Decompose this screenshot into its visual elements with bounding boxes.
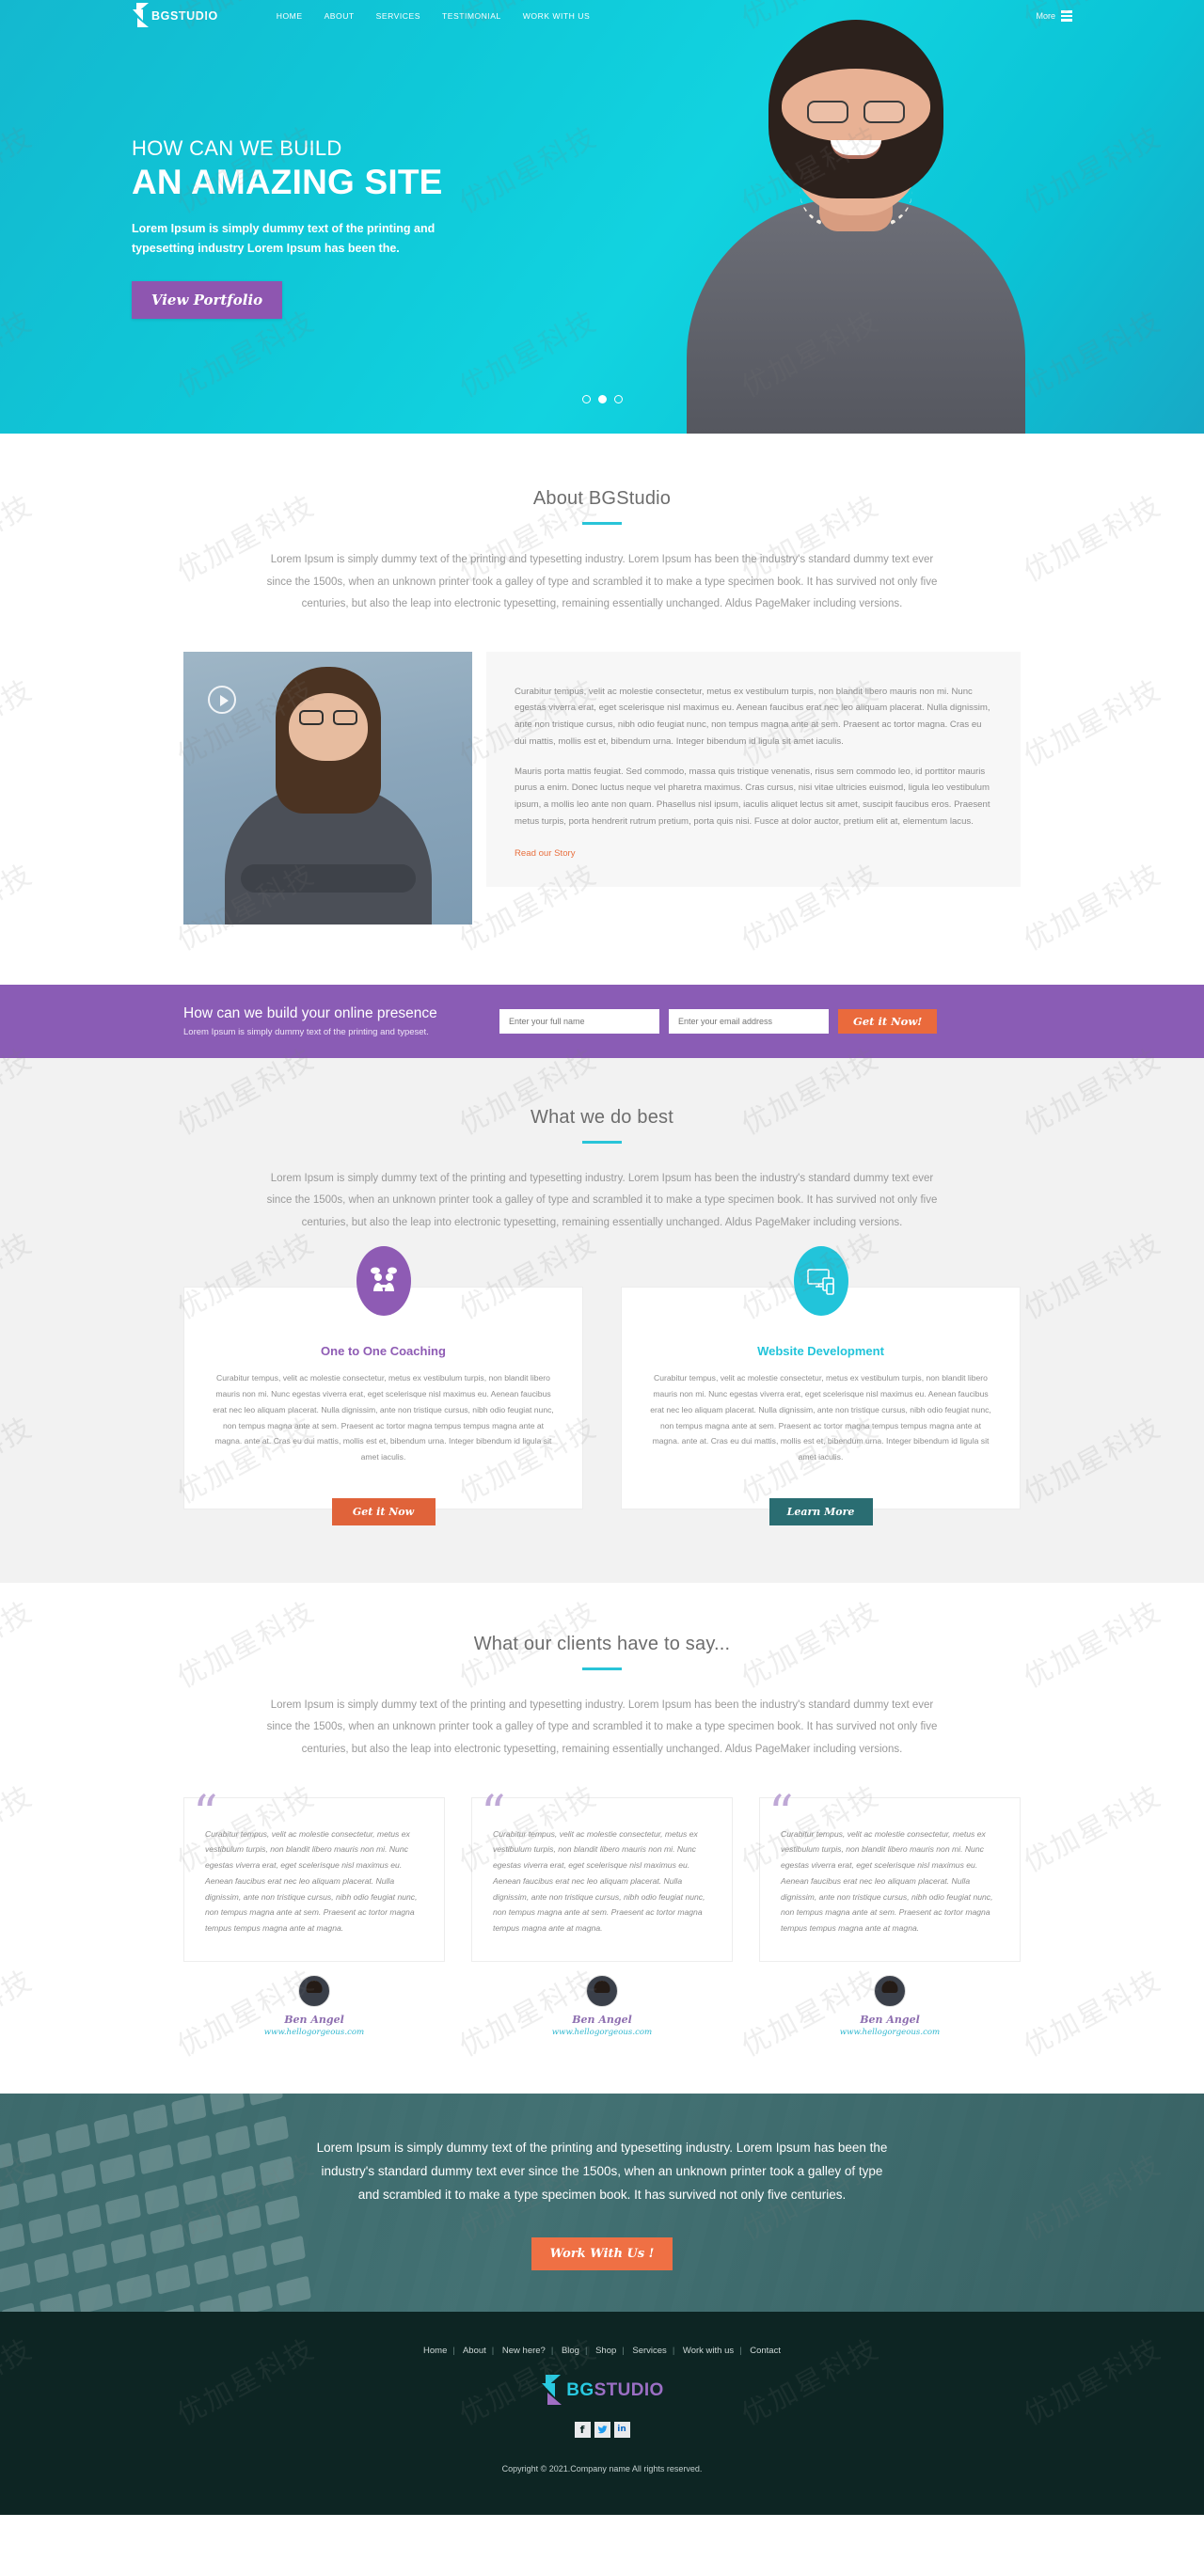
footer-link-shop[interactable]: Shop	[595, 2346, 616, 2356]
footer-link-services[interactable]: Services	[632, 2346, 666, 2356]
main-navigation: BGSTUDIO HOME ABOUT SERVICES TESTIMONIAL…	[0, 0, 1204, 32]
service-card-body: Curabitur tempus, velit ac molestie cons…	[213, 1373, 554, 1462]
service-card-title: One to One Coaching	[321, 1344, 446, 1359]
service-card-web-dev: Website Development Curabitur tempus, ve…	[621, 1246, 1021, 1525]
cta-section: Lorem Ipsum is simply dummy text of the …	[0, 2093, 1204, 2312]
about-image	[183, 651, 472, 925]
nav-item-work-with-us[interactable]: WORK WITH US	[523, 11, 590, 21]
about-text-panel: Curabitur tempus, velit ac molestie cons…	[486, 651, 1021, 887]
avatar	[874, 1974, 906, 2007]
testimonials-title-underline	[582, 1667, 622, 1670]
footer-link-new-here[interactable]: New here?	[502, 2346, 546, 2356]
cta-text: Lorem Ipsum is simply dummy text of the …	[316, 2140, 888, 2202]
hero-subtitle: Lorem Ipsum is simply dummy text of the …	[132, 222, 436, 255]
logo-mark-icon	[540, 2374, 564, 2407]
newsletter-heading: How can we build your online presence	[183, 1004, 437, 1021]
about-paragraph-1: Curabitur tempus, velit ac molestie cons…	[515, 686, 990, 747]
nav-links: HOME ABOUT SERVICES TESTIMONIAL WORK WIT…	[277, 11, 590, 21]
testimonials-lead-text: Lorem Ipsum is simply dummy text of the …	[266, 1699, 938, 1755]
quotation-mark-icon: “	[768, 1785, 794, 1842]
nav-item-home[interactable]: HOME	[277, 11, 303, 21]
linkedin-icon[interactable]: in	[613, 2421, 630, 2438]
responsive-devices-icon	[793, 1246, 848, 1317]
about-title-underline	[582, 522, 622, 525]
carousel-dot-2-active[interactable]	[597, 395, 607, 403]
testimonials-section: What our clients have to say... Lorem Ip…	[0, 1582, 1204, 2094]
learn-more-button[interactable]: Learn More	[768, 1497, 873, 1525]
copyright-text: Copyright © 2021.Company name All rights…	[501, 2463, 703, 2473]
site-logo[interactable]: BGSTUDIO	[132, 3, 218, 29]
facebook-icon[interactable]: f	[574, 2421, 591, 2438]
nav-item-about[interactable]: ABOUT	[325, 11, 355, 21]
testimonial-card: “ Curabitur tempus, velit ac molestie co…	[183, 1790, 445, 2037]
newsletter-bar: How can we build your online presence Lo…	[0, 984, 1204, 1058]
more-menu-button[interactable]: More	[1036, 10, 1072, 22]
avatar	[586, 1974, 618, 2007]
testimonial-author-url[interactable]: www.hellogorgeous.com	[759, 2028, 1021, 2037]
landing-page: BGSTUDIO HOME ABOUT SERVICES TESTIMONIAL…	[0, 0, 1204, 2515]
more-menu-label: More	[1036, 11, 1055, 21]
logo-wordmark: BGSTUDIO	[151, 9, 218, 23]
testimonial-card: “ Curabitur tempus, velit ac molestie co…	[471, 1790, 733, 2037]
twitter-icon[interactable]	[594, 2421, 610, 2438]
about-paragraph-2: Mauris porta mattis feugiat. Sed commodo…	[515, 766, 990, 827]
footer-navigation: Home | About | New here? | Blog | Shop | Serv…	[423, 2345, 781, 2356]
site-footer: Home | About | New here? | Blog | Shop | Serv…	[0, 2311, 1204, 2515]
carousel-dot-1[interactable]	[581, 395, 591, 403]
footer-link-home[interactable]: Home	[423, 2346, 447, 2356]
about-title: About BGStudio	[532, 488, 672, 509]
testimonial-author-url[interactable]: www.hellogorgeous.com	[471, 2028, 733, 2037]
hamburger-menu-icon[interactable]	[1061, 10, 1072, 22]
testimonial-text: Curabitur tempus, velit ac molestie cons…	[781, 1828, 993, 1934]
read-our-story-link[interactable]: Read our Story	[515, 848, 576, 859]
about-lead-text: Lorem Ipsum is simply dummy text of the …	[266, 554, 938, 610]
services-section: What we do best Lorem Ipsum is simply du…	[0, 1057, 1204, 1583]
get-it-now-service-button[interactable]: Get it Now	[331, 1497, 436, 1525]
nav-item-testimonial[interactable]: TESTIMONIAL	[442, 11, 501, 21]
quotation-mark-icon: “	[481, 1785, 506, 1842]
footer-logo-text-1: BG	[566, 2379, 594, 2400]
carousel-dot-3[interactable]	[613, 395, 623, 403]
testimonial-author-name: Ben Angel	[860, 2013, 920, 2026]
about-section: About BGStudio Lorem Ipsum is simply dum…	[0, 434, 1204, 985]
hero-section: BGSTUDIO HOME ABOUT SERVICES TESTIMONIAL…	[0, 0, 1204, 434]
services-title-underline	[582, 1140, 622, 1144]
testimonial-card: “ Curabitur tempus, velit ac molestie co…	[759, 1790, 1021, 2037]
footer-link-blog[interactable]: Blog	[562, 2346, 579, 2356]
two-people-coaching-icon	[356, 1246, 411, 1317]
get-it-now-button[interactable]: Get it Now!	[838, 1008, 938, 1034]
avatar	[298, 1974, 330, 2007]
email-input[interactable]	[669, 1008, 829, 1034]
full-name-input[interactable]	[499, 1008, 659, 1034]
newsletter-subheading: Lorem Ipsum is simply dummy text of the …	[183, 1026, 429, 1037]
footer-logo-text-2: STUDIO	[594, 2379, 664, 2400]
footer-link-about[interactable]: About	[463, 2346, 486, 2356]
eyeglasses-icon	[298, 709, 357, 725]
testimonial-author-name: Ben Angel	[284, 2013, 344, 2026]
hero-title: AN AMAZING SITE	[132, 163, 443, 201]
services-title: What we do best	[531, 1106, 673, 1128]
carousel-dots[interactable]	[0, 395, 1204, 403]
footer-link-work-with-us[interactable]: Work with us	[683, 2346, 734, 2356]
quotation-mark-icon: “	[193, 1785, 218, 1842]
hero-kicker: HOW CAN WE BUILD	[132, 136, 342, 160]
view-portfolio-button[interactable]: View Portfolio	[132, 281, 282, 320]
testimonials-title: What our clients have to say...	[473, 1633, 731, 1654]
service-card-title: Website Development	[757, 1344, 884, 1359]
footer-logo[interactable]: BGSTUDIO	[0, 2374, 1204, 2407]
service-card-body: Curabitur tempus, velit ac molestie cons…	[650, 1373, 991, 1462]
testimonial-text: Curabitur tempus, velit ac molestie cons…	[493, 1828, 705, 1934]
nav-item-services[interactable]: SERVICES	[376, 11, 420, 21]
testimonial-author-name: Ben Angel	[572, 2013, 632, 2026]
testimonial-text: Curabitur tempus, velit ac molestie cons…	[205, 1828, 418, 1934]
footer-link-contact[interactable]: Contact	[750, 2346, 781, 2356]
play-button-icon[interactable]	[208, 685, 236, 714]
work-with-us-button[interactable]: Work With Us !	[531, 2236, 673, 2270]
social-links: f in	[0, 2421, 1204, 2438]
logo-mark-icon	[132, 3, 150, 29]
service-card-coaching: One to One Coaching Curabitur tempus, ve…	[183, 1246, 583, 1525]
services-lead-text: Lorem Ipsum is simply dummy text of the …	[266, 1172, 938, 1228]
testimonial-author-url[interactable]: www.hellogorgeous.com	[183, 2028, 445, 2037]
